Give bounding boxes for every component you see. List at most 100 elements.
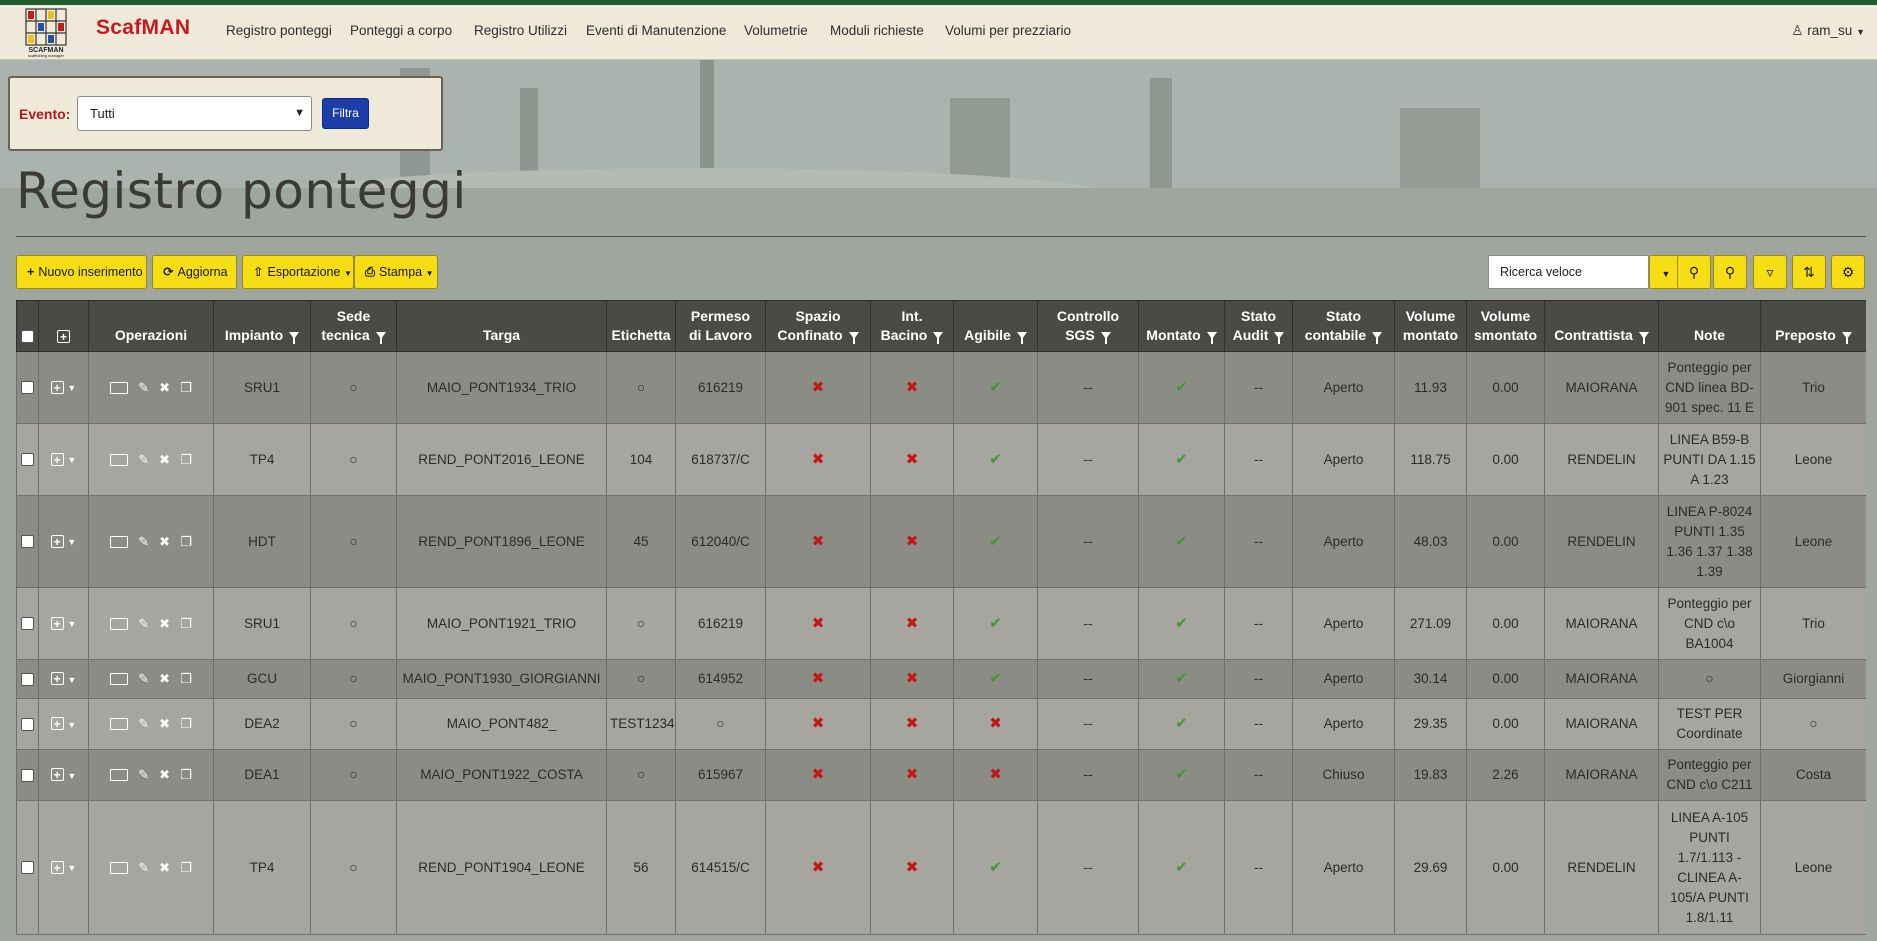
expand-row-icon[interactable]: + [50, 860, 64, 874]
row-checkbox[interactable] [21, 381, 34, 395]
col-int-bacino[interactable]: Int. Bacino [870, 300, 954, 352]
card-icon[interactable] [110, 861, 129, 874]
row-checkbox[interactable] [21, 535, 34, 549]
col-stato-contabile[interactable]: Stato contabile [1292, 300, 1395, 352]
new-entry-button[interactable]: + Nuovo inserimento [16, 255, 147, 289]
nav-moduli-richieste[interactable]: Moduli richieste [830, 23, 924, 38]
funnel-icon[interactable] [1206, 331, 1217, 344]
filter-button[interactable]: Filtra [322, 98, 369, 129]
event-select[interactable]: Tutti ▼ [77, 96, 312, 131]
table-row[interactable]: + ▼ ✎ ✖ ❐ DEA2 ○ MAIO_PONT482_ TEST1234 ○ … [16, 698, 1866, 750]
scafman-logo[interactable]: SCAFMAN scaffolding manager [20, 7, 72, 59]
chevron-down-icon[interactable]: ▼ [67, 383, 76, 393]
funnel-icon[interactable] [1274, 331, 1285, 344]
funnel-icon[interactable] [1638, 331, 1649, 344]
copy-icon[interactable]: ❐ [180, 378, 192, 398]
funnel-icon[interactable] [933, 331, 944, 344]
nav-registro-utilizzi[interactable]: Registro Utilizzi [474, 23, 567, 38]
expand-row-icon[interactable]: + [50, 717, 64, 731]
funnel-icon[interactable] [848, 331, 859, 344]
col-preposto[interactable]: Preposto [1760, 300, 1866, 352]
card-icon[interactable] [110, 769, 129, 782]
brand-name[interactable]: ScafMAN [96, 16, 190, 40]
quick-search-input[interactable]: Ricerca veloce [1488, 255, 1649, 289]
table-row[interactable]: + ▼ ✎ ✖ ❐ GCU ○ MAIO_PONT1930_GIORGIANNI ○… [16, 659, 1866, 699]
col-sede-tecnica[interactable]: Sede tecnica [310, 300, 397, 352]
row-checkbox[interactable] [21, 672, 34, 686]
chevron-down-icon[interactable]: ▼ [67, 537, 76, 547]
copy-icon[interactable]: ❐ [180, 450, 192, 470]
edit-icon[interactable]: ✎ [138, 450, 149, 470]
edit-icon[interactable]: ✎ [138, 378, 149, 398]
col-volume-montato[interactable]: Volume montato [1394, 300, 1467, 352]
row-checkbox[interactable] [21, 768, 34, 782]
funnel-icon[interactable] [1016, 331, 1027, 344]
delete-icon[interactable]: ✖ [159, 765, 170, 785]
copy-icon[interactable]: ❐ [180, 765, 192, 785]
expand-row-icon[interactable]: + [50, 672, 64, 686]
filter-toggle-button[interactable]: ▿ [1753, 255, 1787, 289]
export-button[interactable]: ⇧ Esportazione ▼ [242, 255, 354, 289]
col-permesso[interactable]: Permeso di Lavoro [675, 300, 766, 352]
table-row[interactable]: + ▼ ✎ ✖ ❐ SRU1 ○ MAIO_PONT1921_TRIO ○ 6162… [16, 587, 1866, 660]
settings-button[interactable]: ⚙ [1831, 255, 1865, 289]
col-spazio-confinato[interactable]: Spazio Confinato [765, 300, 871, 352]
card-icon[interactable] [110, 381, 129, 394]
nav-volumi-prezziario[interactable]: Volumi per prezziario [945, 23, 1071, 38]
table-row[interactable]: + ▼ ✎ ✖ ❐ TP4 ○ REND_PONT1904_LEONE 56 614… [16, 800, 1866, 935]
clear-search-button[interactable]: ⚲ [1713, 255, 1747, 289]
table-row[interactable]: + ▼ ✎ ✖ ❐ SRU1 ○ MAIO_PONT1934_TRIO ○ 6162… [16, 351, 1866, 424]
user-menu[interactable]: ♙ ram_su ▼ [1791, 23, 1865, 39]
card-icon[interactable] [110, 535, 129, 548]
chevron-down-icon[interactable]: ▼ [67, 863, 76, 873]
funnel-icon[interactable] [1372, 331, 1383, 344]
card-icon[interactable] [110, 453, 129, 466]
col-note[interactable]: Note [1658, 300, 1761, 352]
select-all-checkbox[interactable] [21, 329, 34, 343]
row-checkbox[interactable] [21, 453, 34, 467]
nav-ponteggi-a-corpo[interactable]: Ponteggi a corpo [350, 23, 452, 38]
col-impianto[interactable]: Impianto [213, 300, 311, 352]
edit-icon[interactable]: ✎ [138, 765, 149, 785]
col-montato[interactable]: Montato [1138, 300, 1225, 352]
delete-icon[interactable]: ✖ [159, 858, 170, 878]
funnel-icon[interactable] [289, 331, 300, 344]
nav-eventi-manutenzione[interactable]: Eventi di Manutenzione [586, 23, 726, 38]
col-agibile[interactable]: Agibile [953, 300, 1038, 352]
expand-row-icon[interactable]: + [50, 380, 64, 394]
card-icon[interactable] [110, 673, 129, 686]
row-checkbox[interactable] [21, 617, 34, 631]
edit-icon[interactable]: ✎ [138, 532, 149, 552]
funnel-icon[interactable] [1100, 331, 1111, 344]
edit-icon[interactable]: ✎ [138, 614, 149, 634]
chevron-down-icon[interactable]: ▼ [67, 455, 76, 465]
expand-row-icon[interactable]: + [50, 452, 64, 466]
col-contrattista[interactable]: Contrattista [1544, 300, 1659, 352]
delete-icon[interactable]: ✖ [159, 532, 170, 552]
row-checkbox[interactable] [21, 717, 34, 731]
search-button[interactable]: ⚲ [1677, 255, 1711, 289]
copy-icon[interactable]: ❐ [180, 614, 192, 634]
copy-icon[interactable]: ❐ [180, 858, 192, 878]
select-all-header[interactable] [16, 300, 39, 352]
edit-icon[interactable]: ✎ [138, 714, 149, 734]
chevron-down-icon[interactable]: ▼ [67, 771, 76, 781]
delete-icon[interactable]: ✖ [159, 378, 170, 398]
chevron-down-icon[interactable]: ▼ [67, 619, 76, 629]
table-row[interactable]: + ▼ ✎ ✖ ❐ TP4 ○ REND_PONT2016_LEONE 104 61… [16, 423, 1866, 496]
expand-row-icon[interactable]: + [50, 768, 64, 782]
nav-volumetrie[interactable]: Volumetrie [744, 23, 808, 38]
card-icon[interactable] [110, 617, 129, 630]
col-controllo-sgs[interactable]: Controllo SGS [1037, 300, 1139, 352]
funnel-icon[interactable] [375, 331, 386, 344]
delete-icon[interactable]: ✖ [159, 669, 170, 689]
edit-icon[interactable]: ✎ [138, 669, 149, 689]
table-row[interactable]: + ▼ ✎ ✖ ❐ DEA1 ○ MAIO_PONT1922_COSTA ○ 615… [16, 749, 1866, 801]
row-checkbox[interactable] [21, 861, 34, 875]
col-stato-audit[interactable]: Stato Audit [1224, 300, 1293, 352]
funnel-icon[interactable] [1841, 331, 1852, 344]
chevron-down-icon[interactable]: ▼ [67, 720, 76, 730]
copy-icon[interactable]: ❐ [180, 714, 192, 734]
plus-icon[interactable]: + [57, 329, 70, 343]
table-row[interactable]: + ▼ ✎ ✖ ❐ HDT ○ REND_PONT1896_LEONE 45 612… [16, 495, 1866, 588]
